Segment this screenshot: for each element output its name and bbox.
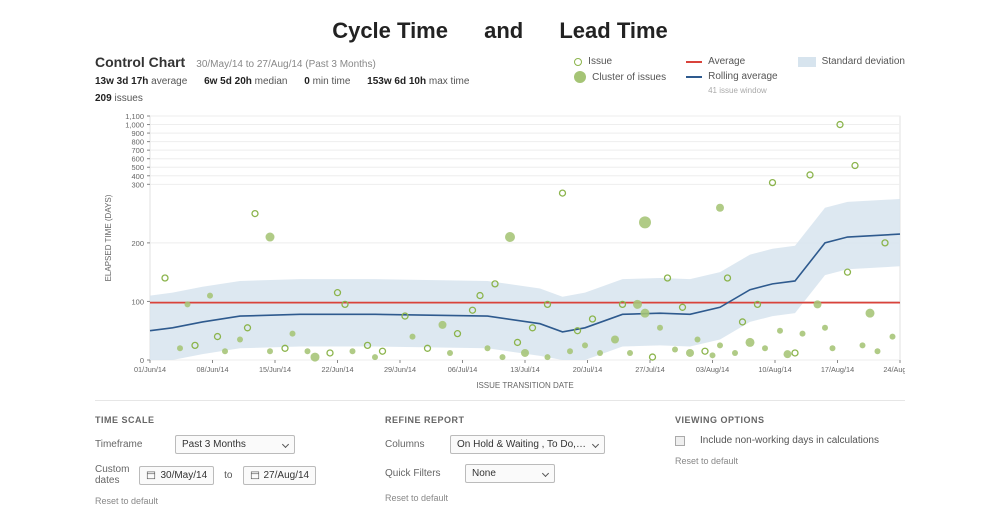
page-title-right: Lead Time [559, 18, 667, 44]
timescale-heading: TIME SCALE [95, 415, 315, 425]
stat-avg-val: 13w 3d 17h [95, 76, 148, 87]
svg-text:29/Jun/14: 29/Jun/14 [384, 365, 416, 374]
chart-legend: Issue Cluster of issues Average Rolling … [574, 54, 905, 95]
stat-med-lbl: median [255, 76, 288, 87]
legend-roll-sub: 41 issue window [708, 86, 767, 95]
stat-issues-lbl: issues [114, 93, 142, 104]
stat-med-val: 6w 5d 20h [204, 76, 252, 87]
svg-text:1,000: 1,000 [125, 121, 144, 130]
svg-text:22/Jun/14: 22/Jun/14 [321, 365, 353, 374]
svg-text:06/Jul/14: 06/Jul/14 [448, 365, 478, 374]
viewing-heading: VIEWING OPTIONS [675, 415, 905, 425]
svg-text:ISSUE TRANSITION DATE: ISSUE TRANSITION DATE [476, 381, 574, 390]
svg-text:900: 900 [131, 129, 144, 138]
legend-roll-icon [686, 76, 702, 78]
viewing-reset-link[interactable]: Reset to default [675, 456, 905, 466]
svg-text:17/Aug/14: 17/Aug/14 [821, 365, 854, 374]
columns-value: On Hold & Waiting , To Do, I... [457, 439, 587, 450]
stat-max-val: 153w 6d 10h [367, 76, 426, 87]
columns-label: Columns [385, 439, 440, 450]
svg-text:800: 800 [131, 138, 144, 147]
chevron-down-icon [282, 441, 289, 448]
stat-issues-val: 209 [95, 93, 112, 104]
svg-text:10/Aug/14: 10/Aug/14 [758, 365, 791, 374]
legend-avg-icon [686, 61, 702, 63]
nonworking-checkbox[interactable] [675, 436, 685, 446]
svg-text:1,100: 1,100 [125, 112, 144, 121]
legend-roll: Rolling average [708, 71, 778, 82]
stat-max-lbl: max time [429, 76, 470, 87]
svg-text:600: 600 [131, 155, 144, 164]
date-from-input[interactable]: 30/May/14 [139, 466, 214, 485]
page-title-left: Cycle Time [332, 18, 448, 44]
svg-text:0: 0 [140, 356, 144, 365]
page-title-and: and [484, 18, 523, 44]
svg-text:27/Jul/14: 27/Jul/14 [635, 365, 665, 374]
svg-text:15/Jun/14: 15/Jun/14 [259, 365, 291, 374]
control-chart[interactable]: 0 100 200 3004005006007008009001,0001,100 01… [95, 110, 905, 390]
svg-text:20/Jul/14: 20/Jul/14 [573, 365, 603, 374]
date-to-value: 27/Aug/14 [264, 470, 310, 481]
svg-text:400: 400 [131, 172, 144, 181]
refine-reset-link[interactable]: Reset to default [385, 493, 605, 503]
chart-title: Control Chart [95, 54, 185, 70]
svg-text:700: 700 [131, 146, 144, 155]
date-from-value: 30/May/14 [160, 470, 207, 481]
legend-cluster-icon [574, 71, 586, 83]
stat-min-val: 0 [304, 76, 310, 87]
svg-text:500: 500 [131, 163, 144, 172]
quickfilters-value: None [472, 468, 496, 479]
date-to-input[interactable]: 27/Aug/14 [243, 466, 317, 485]
timeframe-value: Past 3 Months [182, 439, 246, 450]
svg-text:100: 100 [131, 297, 144, 306]
svg-text:ELAPSED TIME (DAYS): ELAPSED TIME (DAYS) [104, 194, 113, 281]
timeframe-select[interactable]: Past 3 Months [175, 435, 295, 454]
legend-dot-icon [574, 58, 582, 66]
svg-text:08/Jun/14: 08/Jun/14 [196, 365, 228, 374]
svg-text:03/Aug/14: 03/Aug/14 [696, 365, 729, 374]
svg-text:200: 200 [131, 239, 144, 248]
calendar-icon [146, 470, 156, 480]
legend-avg: Average [708, 56, 745, 67]
quickfilters-label: Quick Filters [385, 468, 455, 479]
stat-avg-lbl: average [151, 76, 187, 87]
svg-text:13/Jul/14: 13/Jul/14 [510, 365, 540, 374]
stat-min-lbl: min time [313, 76, 351, 87]
date-to-label: to [224, 470, 232, 481]
legend-std: Standard deviation [822, 56, 905, 67]
refine-heading: REFINE REPORT [385, 415, 605, 425]
legend-issue: Issue [588, 56, 612, 67]
legend-cluster: Cluster of issues [592, 72, 666, 83]
columns-select[interactable]: On Hold & Waiting , To Do, I... [450, 435, 605, 454]
chevron-down-icon [592, 441, 599, 448]
svg-text:01/Jun/14: 01/Jun/14 [134, 365, 166, 374]
calendar-icon [250, 470, 260, 480]
timescale-reset-link[interactable]: Reset to default [95, 496, 315, 506]
svg-text:300: 300 [131, 180, 144, 189]
customdates-label: Custom dates [95, 464, 129, 486]
svg-text:24/Aug/14: 24/Aug/14 [883, 365, 905, 374]
legend-std-icon [798, 57, 816, 67]
timeframe-label: Timeframe [95, 439, 165, 450]
chart-date-range: 30/May/14 to 27/Aug/14 (Past 3 Months) [196, 59, 376, 70]
quickfilters-select[interactable]: None [465, 464, 555, 483]
nonworking-label: Include non-working days in calculations [700, 435, 879, 446]
chevron-down-icon [542, 470, 549, 477]
